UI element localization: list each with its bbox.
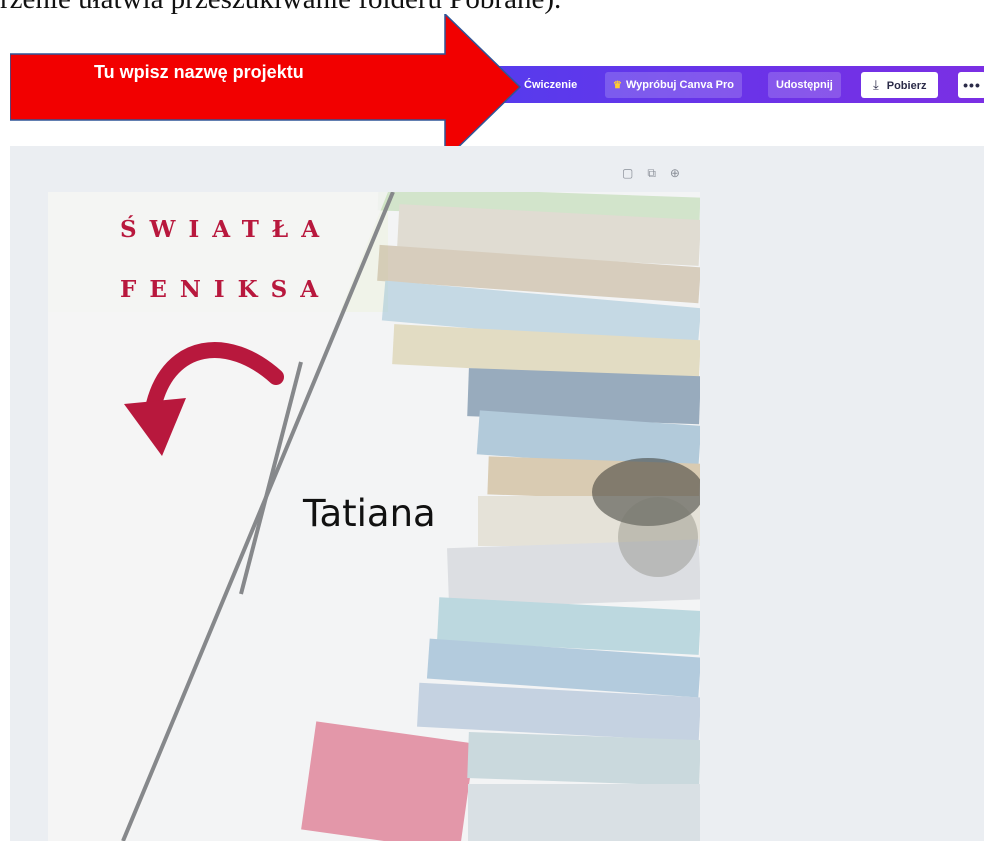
download-label: Pobierz [886, 80, 927, 92]
design-canvas[interactable]: ŚWIATŁA FENIKSA Tatiana [48, 192, 700, 841]
note-icon[interactable]: ▢ [622, 166, 633, 181]
crown-icon: ♛ [613, 80, 622, 91]
download-button[interactable]: ⤓ Pobierz [861, 72, 939, 98]
share-button[interactable]: Udostępnij [768, 72, 841, 98]
add-page-icon[interactable]: ⊕ [670, 166, 680, 181]
editor-workspace: ▢ ⧉ ⊕ ŚWIATŁA FENIKSA Tatiana [10, 146, 984, 841]
screenshot: rzenie ułatwia przeszukiwanie folderu Po… [0, 0, 984, 841]
try-canva-pro-button[interactable]: ♛ Wypróbuj Canva Pro [605, 72, 742, 98]
download-icon: ⤓ [873, 77, 879, 92]
design-author-name[interactable]: Tatiana [303, 492, 436, 535]
duplicate-page-icon[interactable]: ⧉ [647, 166, 656, 181]
annotation-red-arrow [9, 12, 522, 162]
more-options-button[interactable]: ••• [958, 72, 984, 98]
design-title-line-1[interactable]: ŚWIATŁA [120, 216, 332, 243]
try-canva-pro-label: Wypróbuj Canva Pro [625, 79, 734, 91]
project-name-field[interactable]: Ćwiczenie [516, 72, 585, 98]
page-toolbar: ▢ ⧉ ⊕ [622, 166, 680, 181]
design-title-line-2[interactable]: FENIKSA [120, 276, 331, 303]
annotation-label: Tu wpisz nazwę projektu [94, 62, 304, 82]
red-arrow-shape [9, 12, 522, 162]
